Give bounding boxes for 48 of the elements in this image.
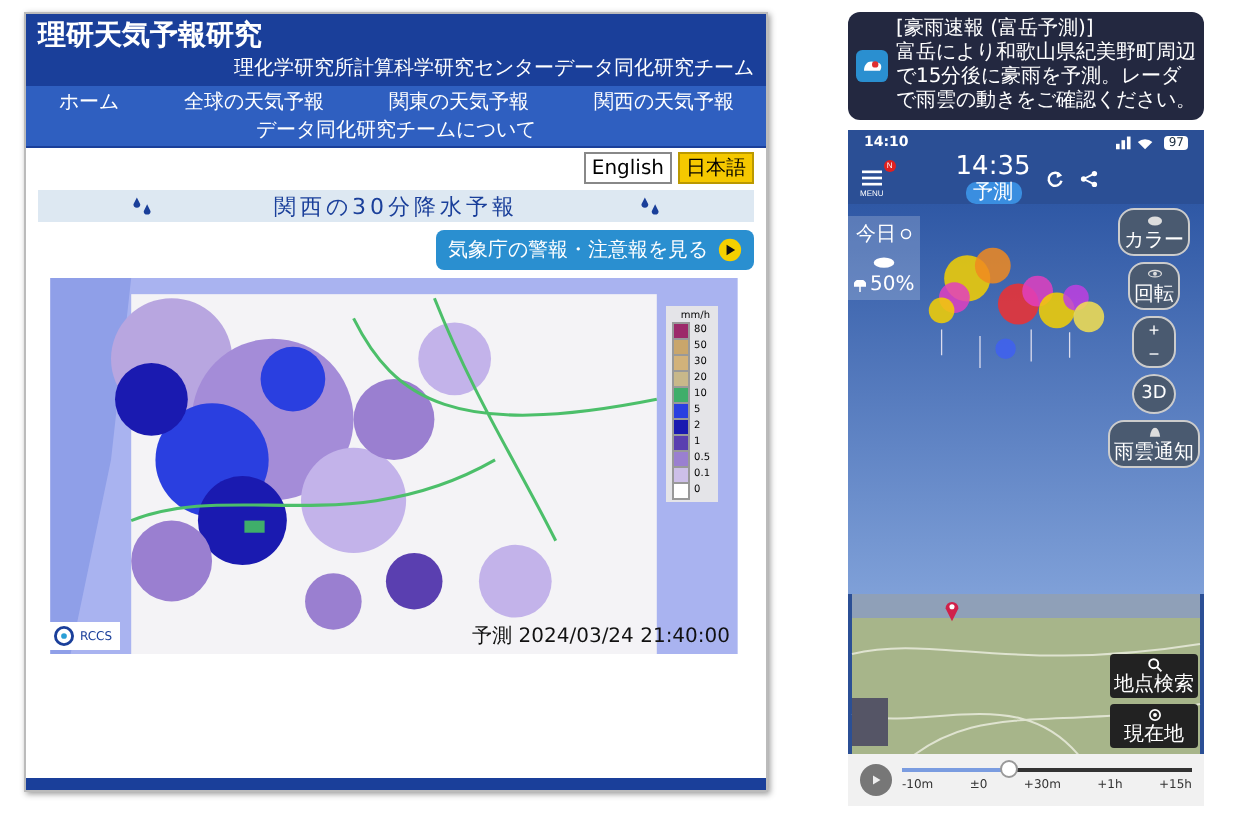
forecast-pill: 予測 bbox=[965, 182, 1022, 204]
site-title[interactable]: 理研天気予報研究 bbox=[38, 18, 262, 54]
zoom-in-button[interactable]: + bbox=[1134, 318, 1174, 342]
bell-icon bbox=[1145, 424, 1163, 442]
language-button[interactable]: 日本語 bbox=[678, 152, 754, 184]
day-label: 今日 bbox=[856, 222, 897, 248]
timeline-handle[interactable] bbox=[999, 760, 1018, 778]
map-tool-button[interactable]: 回転 bbox=[1128, 262, 1180, 310]
umbrella-icon bbox=[854, 279, 866, 291]
warnings-button[interactable]: 気象庁の警報・注意報を見る bbox=[436, 230, 754, 270]
cloud-icon bbox=[872, 254, 897, 268]
search-icon bbox=[1145, 656, 1163, 674]
page-title: 関西の30分降水予報 bbox=[274, 191, 518, 221]
zoom-out-button[interactable]: − bbox=[1134, 342, 1174, 366]
app-icon bbox=[856, 50, 888, 82]
map-tool-button[interactable]: 現在地 bbox=[1110, 704, 1198, 748]
nav-link[interactable]: 関西の天気予報 bbox=[593, 88, 734, 116]
forecast-timestamp: 予測 2024/03/24 21:40:00 bbox=[472, 623, 730, 650]
locate-icon bbox=[1145, 706, 1163, 724]
map-tool-button[interactable]: 地点検索 bbox=[1110, 654, 1198, 698]
nav-link[interactable]: 全球の天気予報 bbox=[183, 88, 324, 116]
share-icon bbox=[1080, 170, 1099, 188]
nav-link[interactable]: ホーム bbox=[58, 88, 119, 116]
refresh-icon bbox=[1046, 170, 1065, 188]
notification-title: [豪雨速報 (富岳予測)] bbox=[896, 18, 1096, 41]
organization-name: 理化学研究所計算科学研究センターデータ同化研究チーム bbox=[234, 55, 754, 82]
forecast-time: 14:35 bbox=[955, 154, 1031, 182]
refresh-button[interactable] bbox=[1046, 170, 1065, 188]
raindrops-icon bbox=[638, 194, 662, 218]
signal-wifi-icon bbox=[1116, 134, 1157, 150]
share-button[interactable] bbox=[1080, 170, 1099, 188]
rain-chance: 50% bbox=[870, 274, 915, 296]
play-icon bbox=[870, 774, 882, 786]
map-tool-button[interactable]: 雨雲通知 bbox=[1108, 420, 1200, 468]
location-pin-icon bbox=[944, 598, 960, 622]
view-mode-button[interactable]: 3D bbox=[1132, 374, 1176, 414]
raindrops-icon bbox=[130, 194, 154, 218]
map-tool-button[interactable]: カラー bbox=[1118, 208, 1190, 256]
menu-icon bbox=[861, 170, 882, 186]
nav-link[interactable]: 関東の天気予報 bbox=[388, 88, 529, 116]
nav-link[interactable]: データ同化研究チームについて bbox=[256, 116, 536, 144]
cloud-icon bbox=[1145, 212, 1163, 230]
notification-text: 富岳により和歌山県紀美野町周辺で15分後に豪雨を予測。レーダで雨雲の動きをご確認ください。 bbox=[896, 42, 1196, 114]
logo-mark-icon bbox=[54, 626, 74, 646]
sun-icon bbox=[900, 228, 913, 240]
play-button[interactable] bbox=[860, 764, 892, 796]
play-icon bbox=[718, 238, 742, 262]
language-button[interactable]: English bbox=[583, 152, 672, 184]
